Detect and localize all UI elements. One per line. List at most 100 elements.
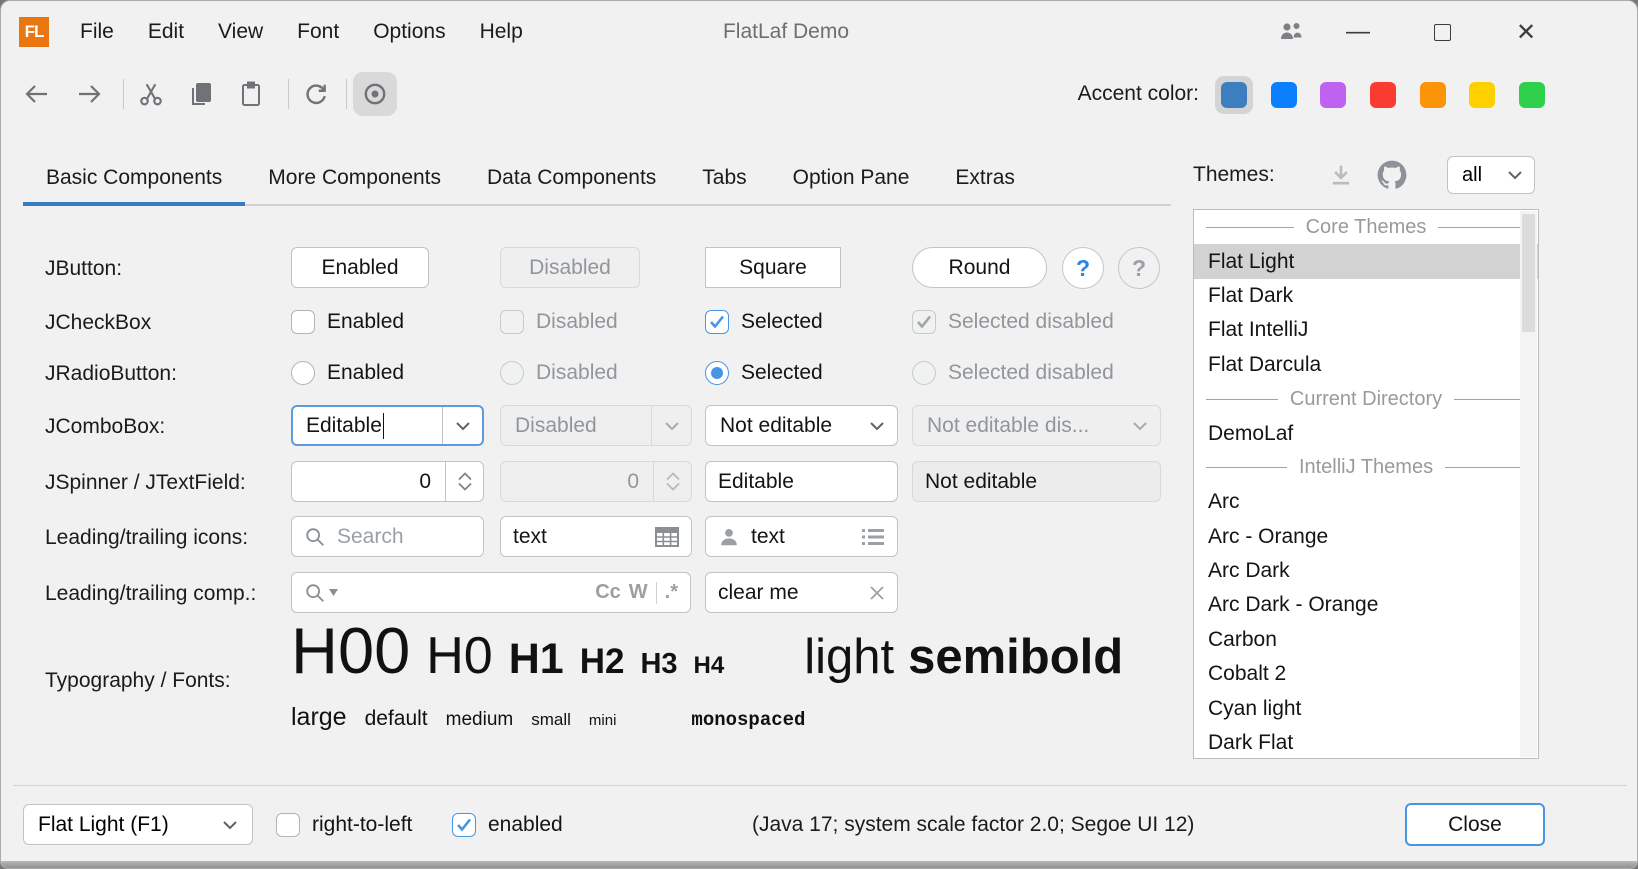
back-button[interactable] <box>15 72 59 116</box>
combobox-value: Not editable dis... <box>927 414 1089 438</box>
radio-label: Selected <box>741 361 823 385</box>
tab-basic-components[interactable]: Basic Components <box>23 151 245 204</box>
laf-selector-value: Flat Light (F1) <box>38 813 169 837</box>
icons-row-label: Leading/trailing icons: <box>45 526 248 550</box>
window-close-button[interactable]: ✕ <box>1503 1 1549 63</box>
help-button-gray[interactable]: ? <box>1118 247 1160 289</box>
radio-icon <box>291 361 315 385</box>
menu-file[interactable]: File <box>63 1 131 63</box>
search-dropdown-icon[interactable] <box>304 582 338 604</box>
light-weight-sample: light <box>804 629 894 685</box>
chevron-down-icon[interactable] <box>442 407 482 444</box>
chevron-down-icon <box>208 819 252 831</box>
theme-item-carbon[interactable]: Carbon <box>1194 623 1538 657</box>
theme-item-arc-orange[interactable]: Arc - Orange <box>1194 520 1538 554</box>
accent-swatch-blue[interactable] <box>1265 76 1303 114</box>
theme-item-cyan-light[interactable]: Cyan light <box>1194 691 1538 725</box>
medium-font-sample: medium <box>446 709 514 731</box>
tab-tabs[interactable]: Tabs <box>679 151 769 204</box>
checkbox-label: Selected disabled <box>948 310 1114 334</box>
github-link-button[interactable] <box>1377 160 1407 190</box>
menu-font[interactable]: Font <box>280 1 356 63</box>
checkbox-selected[interactable]: Selected <box>705 310 823 334</box>
search-with-options-field[interactable]: Cc W .* <box>291 572 691 613</box>
clear-icon[interactable] <box>869 585 885 601</box>
tab-data-components[interactable]: Data Components <box>464 151 679 204</box>
accent-swatch-yellow[interactable] <box>1463 76 1501 114</box>
tab-option-pane[interactable]: Option Pane <box>770 151 933 204</box>
themes-list: Core Themes Flat Light Flat Dark Flat In… <box>1193 209 1539 759</box>
theme-item-flat-light[interactable]: Flat Light <box>1194 244 1538 278</box>
maximize-button[interactable] <box>1419 1 1465 63</box>
enabled-checkbox[interactable]: enabled <box>452 813 563 837</box>
minimize-button[interactable]: — <box>1335 1 1381 63</box>
flatlaf-logo-icon: FL <box>19 17 49 47</box>
checkbox-icon <box>500 310 524 334</box>
spinner[interactable]: 0 <box>291 461 484 502</box>
tab-more-components[interactable]: More Components <box>245 151 464 204</box>
enabled-button[interactable]: Enabled <box>291 247 429 288</box>
round-button[interactable]: Round <box>912 247 1047 288</box>
accent-swatch-green[interactable] <box>1513 76 1551 114</box>
h00-sample: H00 <box>291 613 410 688</box>
theme-item-flat-intellij[interactable]: Flat IntelliJ <box>1194 313 1538 347</box>
theme-item-dark-flat[interactable]: Dark Flat <box>1194 726 1538 759</box>
theme-item-cobalt-2[interactable]: Cobalt 2 <box>1194 657 1538 691</box>
combobox-editable[interactable]: Editable <box>291 405 484 446</box>
themes-filter-combobox[interactable]: all <box>1447 156 1535 194</box>
right-to-left-checkbox[interactable]: right-to-left <box>276 813 412 837</box>
combobox-not-editable[interactable]: Not editable <box>705 405 898 446</box>
tab-extras[interactable]: Extras <box>932 151 1038 204</box>
theme-item-arc-dark[interactable]: Arc Dark <box>1194 554 1538 588</box>
radio-enabled[interactable]: Enabled <box>291 361 404 385</box>
search-field[interactable]: Search <box>291 516 484 557</box>
accent-swatch-orange[interactable] <box>1414 76 1452 114</box>
checkbox-disabled: Disabled <box>500 310 618 334</box>
h3-sample: H3 <box>640 648 677 681</box>
scrollbar-thumb[interactable] <box>1522 214 1535 332</box>
laf-selector-combobox[interactable]: Flat Light (F1) <box>23 804 253 845</box>
match-case-button[interactable]: Cc <box>595 581 621 604</box>
comp-row-label: Leading/trailing comp.: <box>45 582 256 606</box>
checkbox-enabled[interactable]: Enabled <box>291 310 404 334</box>
clearable-field[interactable]: clear me <box>705 572 898 613</box>
refresh-button[interactable] <box>294 72 338 116</box>
accent-swatch-default[interactable] <box>1215 76 1253 114</box>
radio-selected-disabled: Selected disabled <box>912 361 1114 385</box>
menu-edit[interactable]: Edit <box>131 1 201 63</box>
accent-swatch-red[interactable] <box>1364 76 1402 114</box>
menu-options[interactable]: Options <box>356 1 462 63</box>
accent-swatch-purple[interactable] <box>1314 76 1352 114</box>
themes-scrollbar[interactable] <box>1520 211 1537 757</box>
download-themes-button[interactable] <box>1327 161 1355 189</box>
menu-help[interactable]: Help <box>463 1 540 63</box>
users-button[interactable] <box>1268 1 1314 63</box>
h0-sample: H0 <box>426 626 492 686</box>
theme-item-demolaf[interactable]: DemoLaf <box>1194 416 1538 450</box>
close-button[interactable]: Close <box>1405 803 1545 846</box>
chevron-down-icon[interactable] <box>857 406 897 445</box>
copy-button[interactable] <box>179 72 223 116</box>
help-button-blue[interactable]: ? <box>1062 247 1104 289</box>
square-button[interactable]: Square <box>705 247 841 288</box>
text-field-table-icon[interactable]: text <box>500 516 692 557</box>
accent-color-label: Accent color: <box>1078 82 1199 106</box>
theme-item-flat-dark[interactable]: Flat Dark <box>1194 279 1538 313</box>
cut-button[interactable] <box>129 72 173 116</box>
textfield-editable[interactable]: Editable <box>705 461 898 502</box>
radio-selected[interactable]: Selected <box>705 361 823 385</box>
show-hidden-toggle-button[interactable] <box>353 72 397 116</box>
regex-button[interactable]: .* <box>665 581 678 604</box>
tab-bar: Basic Components More Components Data Co… <box>23 151 1171 206</box>
spinner-value: 0 <box>292 462 445 501</box>
paste-button[interactable] <box>229 72 273 116</box>
menu-view[interactable]: View <box>201 1 280 63</box>
spinner-arrows[interactable] <box>445 462 483 501</box>
theme-item-flat-darcula[interactable]: Flat Darcula <box>1194 348 1538 382</box>
checkbox-icon <box>276 813 300 837</box>
whole-word-button[interactable]: W <box>629 581 648 604</box>
forward-button[interactable] <box>67 72 111 116</box>
theme-item-arc[interactable]: Arc <box>1194 485 1538 519</box>
theme-item-arc-dark-orange[interactable]: Arc Dark - Orange <box>1194 588 1538 622</box>
text-field-person-list[interactable]: text <box>705 516 898 557</box>
